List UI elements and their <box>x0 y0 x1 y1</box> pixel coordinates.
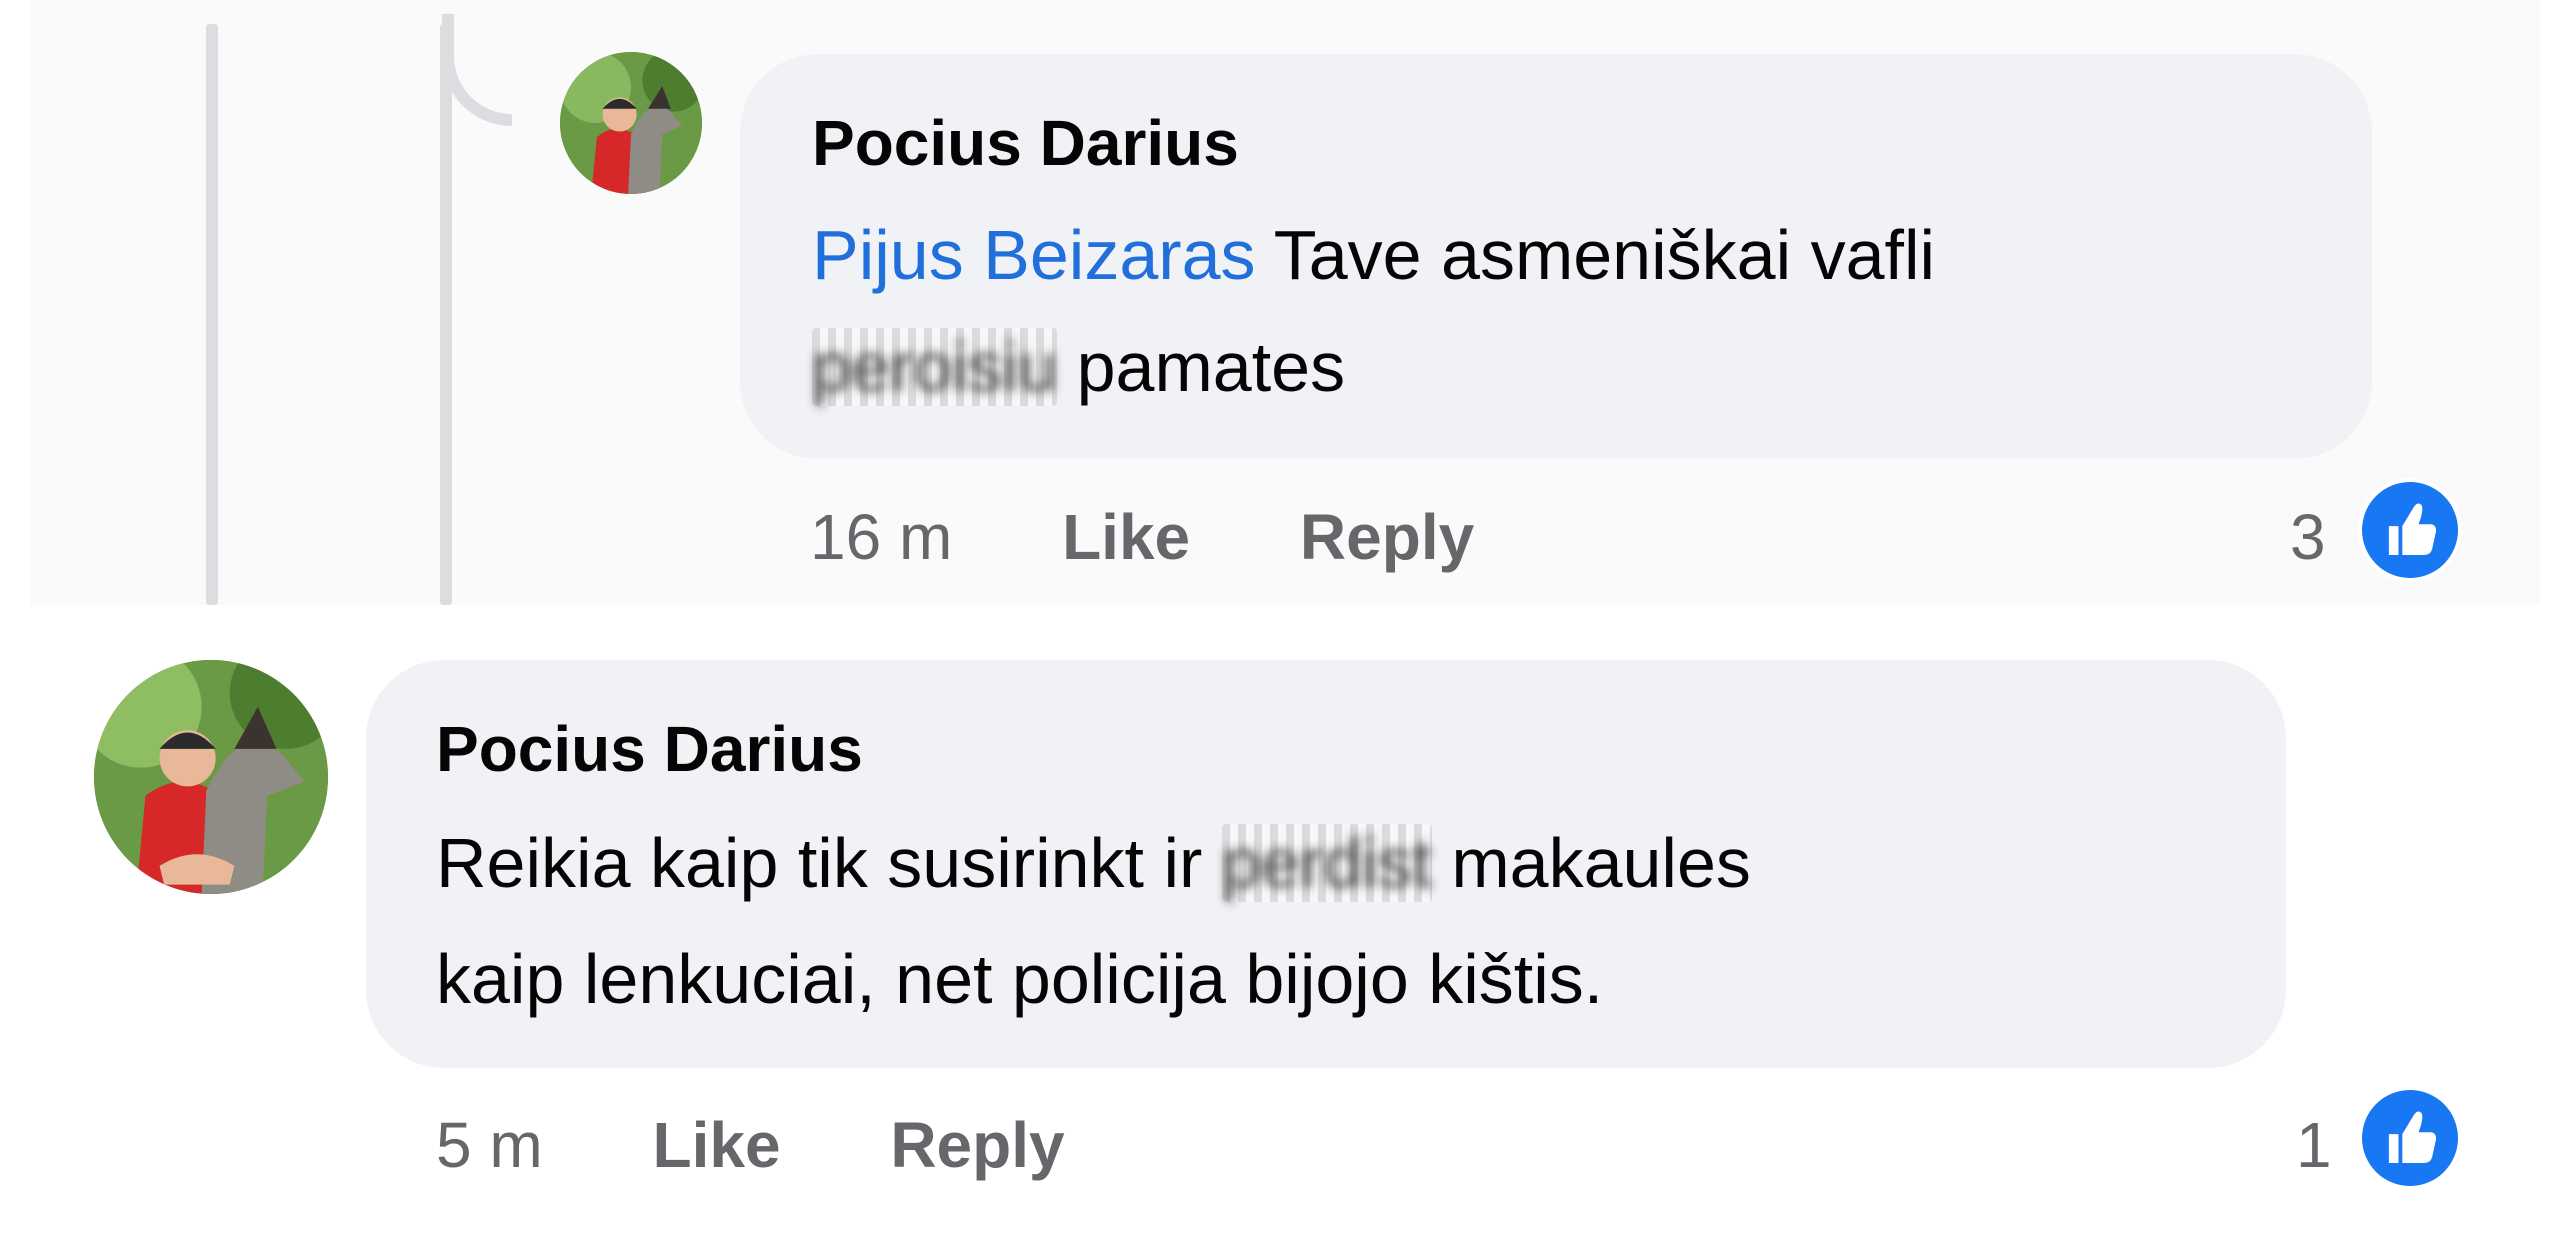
comment-text: Reikia kaip tik susirinkt ir <box>436 824 1222 902</box>
mentioned-user-link[interactable]: Pijus Beizaras <box>812 216 1256 294</box>
comment-text-line: Pijus Beizaras Tave asmeniškai vafli <box>812 220 1935 290</box>
reaction-count[interactable]: 1 <box>2296 1108 2332 1182</box>
like-button[interactable]: Like <box>1062 501 1190 573</box>
comment-author[interactable]: Pocius Darius <box>812 106 1239 180</box>
comment-actions: 5 m Like Reply <box>436 1108 1065 1182</box>
comment-text-line: kaip lenkuciai, net policija bijojo kišt… <box>436 940 1604 1018</box>
comment-text: makaules <box>1431 824 1751 902</box>
comment-text: Tave asmeniškai vafli <box>1255 216 1936 294</box>
comment-text-line: Reikia kaip tik susirinkt ir perdist mak… <box>436 824 1751 902</box>
comment-author[interactable]: Pocius Darius <box>436 712 863 786</box>
comment-bubble[interactable]: Pocius Darius Reikia kaip tik susirinkt … <box>366 660 2286 1068</box>
comment-timestamp[interactable]: 5 m <box>436 1109 543 1181</box>
reply-button[interactable]: Reply <box>890 1109 1064 1181</box>
redacted-word: peroisiu <box>812 328 1058 406</box>
avatar[interactable] <box>94 660 328 894</box>
thread-connector-line <box>206 24 218 605</box>
reaction-count[interactable]: 3 <box>2290 500 2326 574</box>
avatar[interactable] <box>560 52 702 194</box>
redacted-word: perdist <box>1221 824 1432 902</box>
comment-actions: 16 m Like Reply <box>810 500 1474 574</box>
thumbs-up-icon[interactable] <box>2358 478 2462 582</box>
comment-timestamp[interactable]: 16 m <box>810 501 952 573</box>
thumbs-up-icon[interactable] <box>2358 1086 2462 1190</box>
comment-bubble[interactable]: Pocius Darius Pijus Beizaras Tave asmeni… <box>740 54 2372 459</box>
like-button[interactable]: Like <box>652 1109 780 1181</box>
comment-text-line: peroisiu pamates <box>812 328 1345 406</box>
thread-connector-line <box>440 24 452 605</box>
reply-button[interactable]: Reply <box>1300 501 1474 573</box>
comment-text: pamates <box>1057 328 1346 406</box>
